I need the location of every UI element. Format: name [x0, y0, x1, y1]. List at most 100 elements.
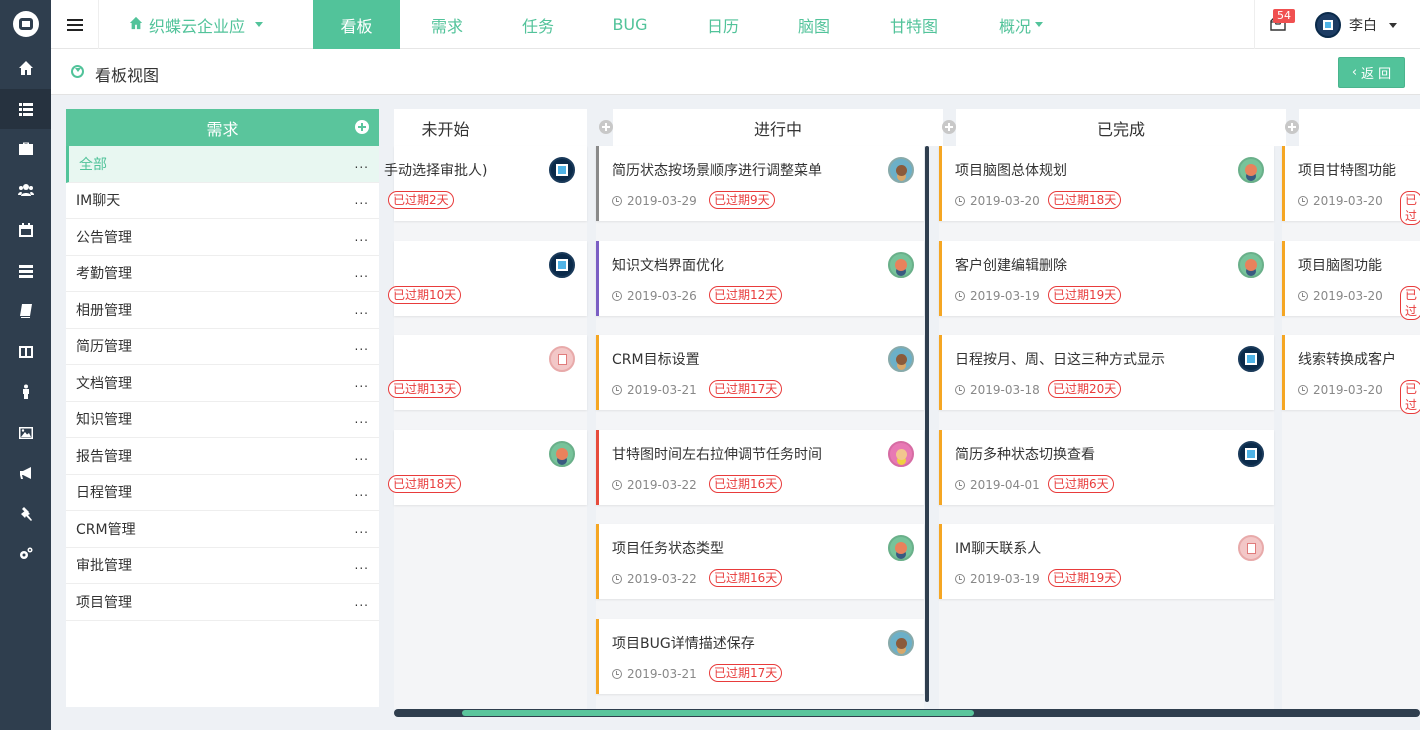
rail-image[interactable] [0, 413, 51, 454]
assignee-avatar[interactable] [1238, 157, 1264, 183]
category-item[interactable]: 全部... [66, 146, 379, 183]
user-menu[interactable]: 李白 [1315, 12, 1397, 38]
category-item[interactable]: 知识管理... [66, 402, 379, 438]
task-card[interactable]: 已过期18天 [388, 430, 587, 505]
assignee-avatar[interactable] [888, 252, 914, 278]
overdue-badge: 已过 [1400, 286, 1420, 320]
category-item[interactable]: 简历管理... [66, 329, 379, 365]
task-card[interactable]: 已过期10天 [388, 241, 587, 316]
add-card-icon[interactable] [942, 120, 956, 134]
add-card-icon[interactable] [599, 120, 613, 134]
category-item[interactable]: 审批管理... [66, 548, 379, 584]
more-icon[interactable]: ... [355, 412, 369, 426]
assignee-avatar[interactable] [1238, 441, 1264, 467]
assignee-avatar[interactable] [888, 157, 914, 183]
more-icon[interactable]: ... [355, 339, 369, 353]
board-scrollbar[interactable] [394, 709, 1420, 717]
rail-person[interactable] [0, 372, 51, 413]
task-card[interactable]: 甘特图时间左右拉伸调节任务时间 2019-03-22 已过期16天 [596, 430, 924, 505]
add-category-icon[interactable] [355, 120, 369, 134]
rail-megaphone[interactable] [0, 453, 51, 494]
category-label: 考勤管理 [76, 266, 132, 283]
more-icon[interactable]: ... [355, 193, 369, 207]
assignee-avatar[interactable] [888, 535, 914, 561]
clock-icon [612, 669, 622, 679]
task-card[interactable]: 项目脑图总体规划 2019-03-20 已过期18天 [939, 146, 1274, 221]
rail-cogs[interactable] [0, 534, 51, 575]
task-card[interactable]: 知识文档界面优化 2019-03-26 已过期12天 [596, 241, 924, 316]
more-icon[interactable]: ... [355, 376, 369, 390]
assignee-avatar[interactable] [1238, 535, 1264, 561]
tab-kanban[interactable]: 看板 [313, 0, 400, 49]
task-card[interactable]: IM聊天联系人 2019-03-19 已过期19天 [939, 524, 1274, 599]
category-item[interactable]: 考勤管理... [66, 256, 379, 292]
assignee-avatar[interactable] [888, 346, 914, 372]
overdue-badge: 已过 [1400, 191, 1420, 225]
tab-overview[interactable]: 概况 [981, 0, 1061, 49]
assignee-avatar[interactable] [1238, 252, 1264, 278]
app-logo[interactable] [0, 0, 51, 48]
task-card[interactable]: 手动选择审批人) 已过期2天 [384, 146, 587, 221]
rail-server[interactable] [0, 251, 51, 292]
task-card[interactable]: 项目甘特图功能 2019-03-20 已过 [1282, 146, 1420, 225]
project-switcher[interactable]: 织蝶云企业应 [129, 0, 264, 49]
more-icon[interactable]: ... [355, 266, 369, 280]
menu-toggle-icon[interactable] [51, 0, 99, 49]
rail-home[interactable] [0, 48, 51, 89]
card-date: 2019-03-22 [612, 572, 697, 586]
column-body: 项目脑图总体规划 2019-03-20 已过期18天 客户创建编辑删除 2019-03-… [939, 146, 1274, 709]
scrollbar-thumb[interactable] [462, 710, 974, 716]
assignee-avatar[interactable] [549, 346, 575, 372]
assignee-avatar[interactable] [549, 157, 575, 183]
task-card[interactable]: 项目BUG详情描述保存 2019-03-21 已过期17天 [596, 619, 924, 694]
more-icon[interactable]: ... [355, 558, 369, 572]
more-icon[interactable]: ... [355, 303, 369, 317]
add-card-icon[interactable] [1285, 120, 1299, 134]
rail-book[interactable] [0, 291, 51, 332]
tab-mindmap[interactable]: 脑图 [774, 0, 854, 49]
category-item[interactable]: 相册管理... [66, 292, 379, 329]
rail-users[interactable] [0, 170, 51, 211]
more-icon[interactable]: ... [355, 595, 369, 609]
assignee-avatar[interactable] [888, 630, 914, 656]
task-card[interactable]: 客户创建编辑删除 2019-03-19 已过期19天 [939, 241, 1274, 316]
category-item[interactable]: CRM管理... [66, 511, 379, 548]
rail-columns[interactable] [0, 332, 51, 373]
category-item[interactable]: 文档管理... [66, 365, 379, 402]
tab-requirements[interactable]: 需求 [407, 0, 487, 49]
assignee-avatar[interactable] [549, 252, 575, 278]
task-card[interactable]: 简历多种状态切换查看 2019-04-01 已过期6天 [939, 430, 1274, 505]
rail-list[interactable] [0, 88, 51, 129]
back-button[interactable]: ‹ 返 回 [1338, 57, 1405, 88]
category-item[interactable]: 日程管理... [66, 475, 379, 511]
more-icon[interactable]: ... [355, 157, 369, 171]
rail-calendar[interactable] [0, 210, 51, 251]
assignee-avatar[interactable] [1238, 346, 1264, 372]
task-card[interactable]: CRM目标设置 2019-03-21 已过期17天 [596, 335, 924, 410]
more-icon[interactable]: ... [355, 485, 369, 499]
more-icon[interactable]: ... [355, 449, 369, 463]
card-date: 2019-03-18 [955, 383, 1040, 397]
category-item[interactable]: 公告管理... [66, 219, 379, 256]
more-icon[interactable]: ... [355, 230, 369, 244]
rail-gavel[interactable] [0, 494, 51, 535]
rail-briefcase[interactable] [0, 129, 51, 170]
tab-gantt[interactable]: 甘特图 [874, 0, 954, 49]
task-card[interactable]: 日程按月、周、日这三种方式显示 2019-03-18 已过期20天 [939, 335, 1274, 410]
task-card[interactable]: 已过期13天 [388, 335, 587, 410]
task-card[interactable]: 项目脑图功能 2019-03-20 已过 [1282, 241, 1420, 320]
column-scrollbar[interactable] [925, 146, 929, 702]
category-item[interactable]: 报告管理... [66, 438, 379, 475]
more-icon[interactable]: ... [355, 522, 369, 536]
assignee-avatar[interactable] [888, 441, 914, 467]
assignee-avatar[interactable] [549, 441, 575, 467]
task-card[interactable]: 项目任务状态类型 2019-03-22 已过期16天 [596, 524, 924, 599]
task-card[interactable]: 线索转换成客户 2019-03-20 已过 [1282, 335, 1420, 414]
task-card[interactable]: 简历状态按场景顺序进行调整菜单 2019-03-29 已过期9天 [596, 146, 924, 221]
card-title: 线索转换成客户 [1298, 352, 1396, 368]
category-item[interactable]: IM聊天... [66, 183, 379, 219]
tab-tasks[interactable]: 任务 [498, 0, 578, 49]
tab-bug[interactable]: BUG [590, 0, 670, 49]
category-item[interactable]: 项目管理... [66, 584, 379, 621]
tab-calendar[interactable]: 日历 [683, 0, 763, 49]
